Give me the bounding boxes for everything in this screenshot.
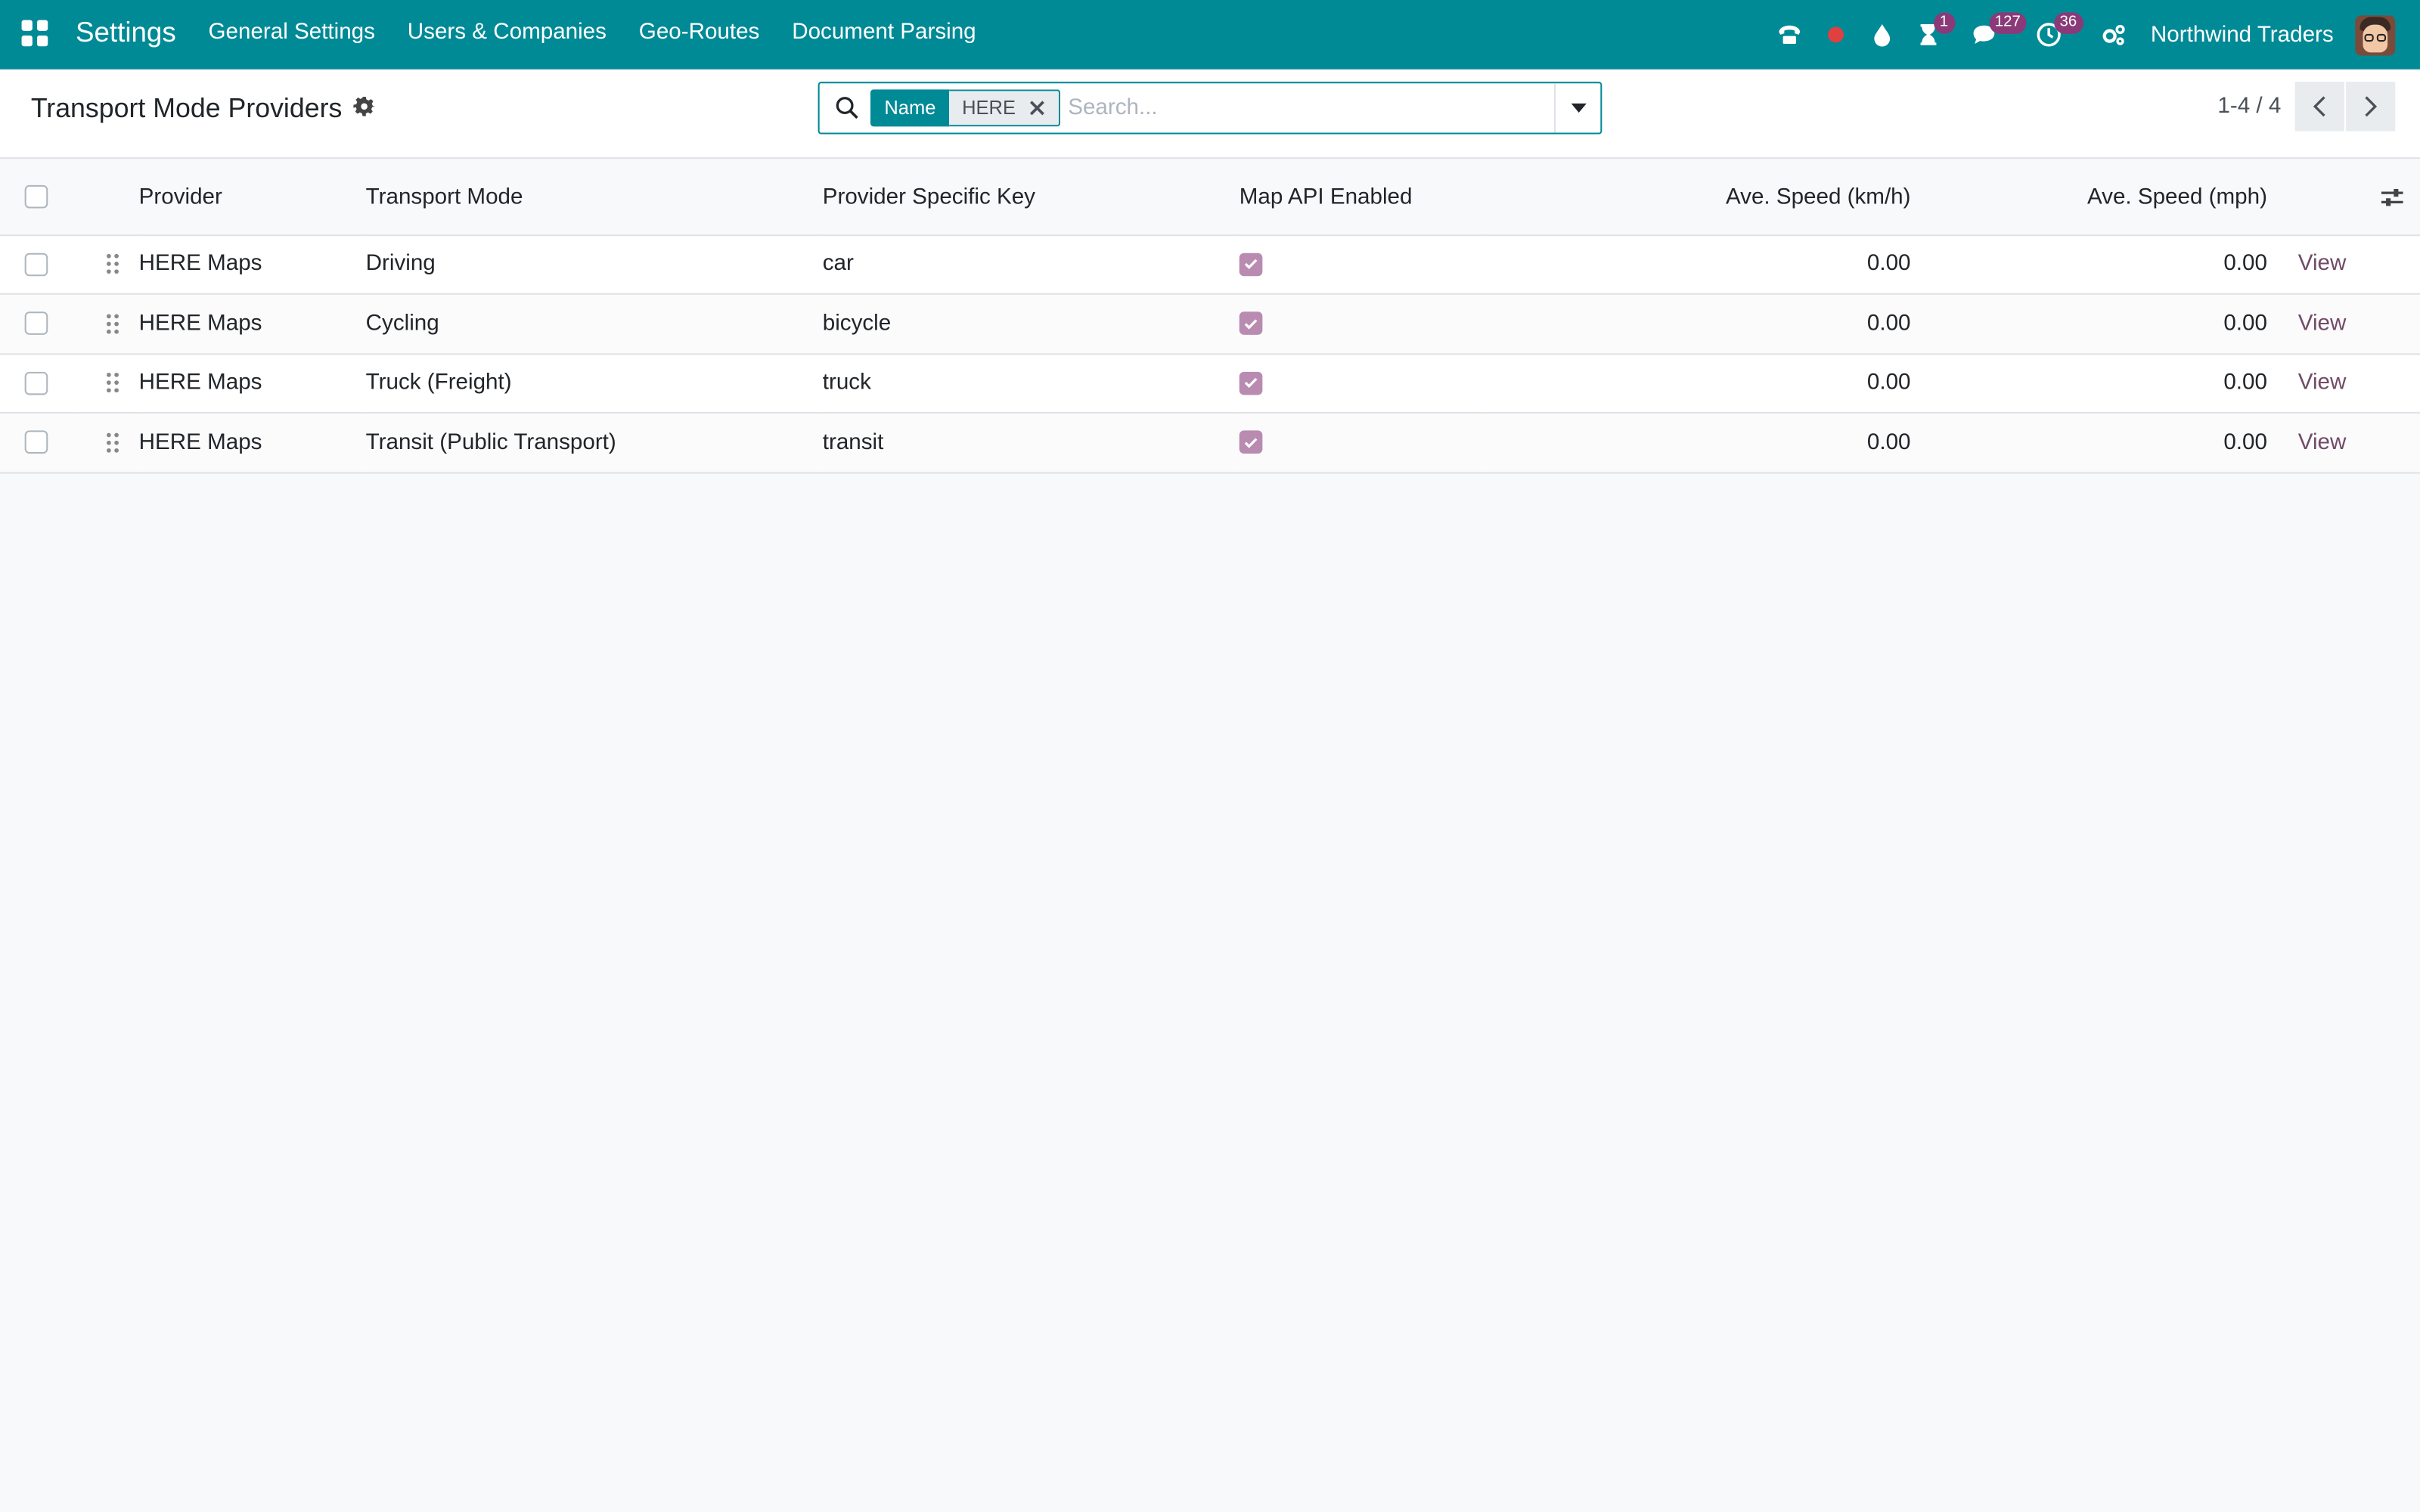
cell-transport-mode: Driving [365,234,823,295]
cell-transport-mode: Cycling [365,293,823,355]
menu-item-general-settings[interactable]: General Settings [209,20,375,45]
search-options-toggle[interactable] [1554,83,1600,133]
row-checkbox[interactable] [24,311,48,336]
cell-speed-kmh: 0.00 [1486,234,1911,295]
table-row[interactable]: HERE Maps Cycling bicycle 0.00 0.00 View [0,293,2420,355]
cell-provider-key: bicycle [822,293,1239,355]
map-api-enabled-checkbox[interactable] [1239,430,1263,454]
cell-provider: HERE Maps [138,293,366,355]
view-link[interactable]: View [2298,311,2347,336]
user-avatar[interactable] [2355,14,2396,55]
drag-handle-icon[interactable] [105,253,120,275]
pager-next-button[interactable] [2346,82,2396,132]
column-header-provider-key[interactable]: Provider Specific Key [822,160,1239,236]
checkmark-icon [1244,437,1258,448]
caret-down-icon [1570,103,1586,113]
cell-speed-kmh: 0.00 [1486,293,1911,355]
map-api-enabled-checkbox[interactable] [1239,311,1263,336]
drag-handle-icon[interactable] [105,432,120,454]
main-menu: General Settings Users & Companies Geo-R… [209,20,1009,45]
cell-provider: HERE Maps [138,412,366,473]
cell-transport-mode: Transit (Public Transport) [365,412,823,473]
column-header-provider[interactable]: Provider [138,160,366,236]
phone-icon[interactable] [1768,0,1811,70]
search-icon [836,97,858,119]
gear-icon[interactable] [353,96,375,118]
control-panel: Transport Mode Providers Name HERE 1-4 /… [0,69,2420,160]
cell-speed-mph: 0.00 [1910,353,2267,414]
row-checkbox[interactable] [24,430,48,454]
view-link[interactable]: View [2298,430,2347,455]
row-checkbox[interactable] [24,253,48,276]
cell-speed-mph: 0.00 [1910,234,2267,295]
chevron-left-icon [2313,96,2325,117]
providers-table: Provider Transport Mode Provider Specifi… [0,160,2420,473]
messages-icon[interactable]: 127 [1962,0,2028,70]
menu-item-users-companies[interactable]: Users & Companies [408,20,607,45]
table-header-row: Provider Transport Mode Provider Specifi… [0,160,2420,236]
view-link[interactable]: View [2298,370,2347,395]
cell-speed-mph: 0.00 [1910,412,2267,473]
clock-icon[interactable]: 36 [2028,0,2083,70]
chevron-right-icon [2365,96,2378,117]
cell-speed-kmh: 0.00 [1486,412,1911,473]
view-link[interactable]: View [2298,252,2347,277]
facet-value: HERE [949,89,1061,127]
cell-speed-mph: 0.00 [1910,293,2267,355]
drag-handle-icon[interactable] [105,372,120,394]
checkmark-icon [1244,318,1258,330]
app-root: Settings General Settings Users & Compan… [0,0,2420,1512]
cell-provider-key: car [822,234,1239,295]
column-header-transport-mode[interactable]: Transport Mode [365,160,823,236]
apps-menu-icon[interactable] [21,20,48,47]
clock-badge: 36 [2053,12,2083,34]
app-name[interactable]: Settings [76,17,176,49]
table-row[interactable]: HERE Maps Driving car 0.00 0.00 View [0,234,2420,295]
company-switcher[interactable]: Northwind Traders [2151,23,2334,48]
table-row[interactable]: HERE Maps Truck (Freight) truck 0.00 0.0… [0,353,2420,414]
settings-gears-icon[interactable] [2092,0,2135,70]
close-icon[interactable] [1028,99,1046,117]
pager-value[interactable]: 1-4 / 4 [2217,94,2281,119]
drag-handle-icon[interactable] [105,313,120,335]
pager: 1-4 / 4 [2217,82,2396,132]
menu-item-geo-routes[interactable]: Geo-Routes [639,20,760,45]
hourglass-icon[interactable]: 1 [1907,0,1955,70]
select-all-checkbox[interactable] [24,185,48,209]
pager-previous-button[interactable] [2294,82,2344,132]
row-checkbox[interactable] [24,371,48,395]
checkmark-icon [1244,378,1258,389]
messages-badge: 127 [1988,12,2028,34]
map-api-enabled-checkbox[interactable] [1239,371,1263,395]
map-api-enabled-checkbox[interactable] [1239,253,1263,276]
recording-dot-icon[interactable] [1814,0,1857,70]
top-navbar: Settings General Settings Users & Compan… [0,0,2420,70]
search-facet: Name HERE [870,89,1061,127]
systray: 1 127 36 Northwind Traders [1765,0,2420,70]
search-box: Name HERE [818,82,1602,135]
menu-item-document-parsing[interactable]: Document Parsing [792,20,976,45]
column-header-speed-mph[interactable]: Ave. Speed (mph) [1910,160,2267,236]
cell-provider: HERE Maps [138,234,366,295]
search-input[interactable] [1068,91,1531,125]
table-row[interactable]: HERE Maps Transit (Public Transport) tra… [0,412,2420,473]
column-header-speed-kmh[interactable]: Ave. Speed (km/h) [1486,160,1911,236]
checkmark-icon [1244,259,1258,270]
cell-provider-key: truck [822,353,1239,414]
water-drop-icon[interactable] [1860,0,1903,70]
facet-value-text: HERE [962,97,1016,119]
cell-provider: HERE Maps [138,353,366,414]
list-view: Provider Transport Mode Provider Specifi… [0,160,2420,473]
optional-columns-toggle-icon[interactable] [2380,184,2405,209]
cell-provider-key: transit [822,412,1239,473]
column-header-map-api-enabled[interactable]: Map API Enabled [1239,160,1487,236]
facet-label: Name [870,89,950,127]
page-title: Transport Mode Providers [30,92,343,124]
cell-speed-kmh: 0.00 [1486,353,1911,414]
activity-badge: 1 [1933,12,1955,34]
cell-transport-mode: Truck (Freight) [365,353,823,414]
